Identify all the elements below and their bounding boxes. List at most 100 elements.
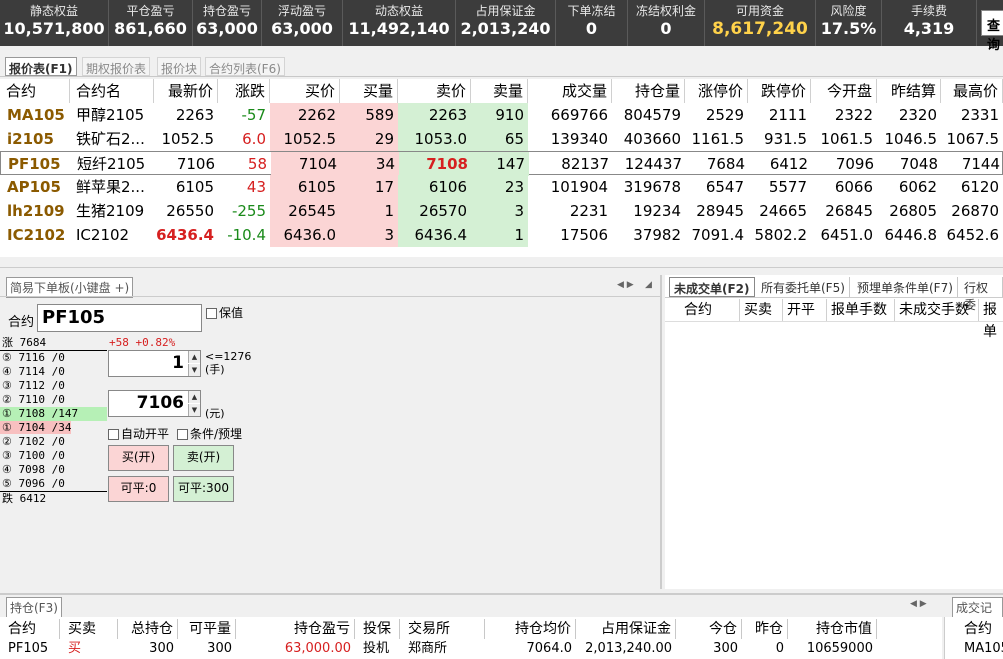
quote-cell: 1052.5 [270, 127, 340, 151]
quote-col-header[interactable]: 持仓量 [612, 79, 685, 103]
query-button[interactable]: 查询 [981, 10, 1003, 53]
quote-col-header[interactable]: 卖价 [398, 79, 471, 103]
position-col-header[interactable]: 持仓市值 [788, 619, 877, 639]
auto-open-close-checkbox[interactable]: 自动开平 [108, 425, 169, 442]
quote-col-header[interactable]: 买价 [270, 79, 340, 103]
contract-input[interactable]: PF105 [37, 304, 202, 332]
quote-col-header[interactable]: 最高价 [941, 79, 1003, 103]
tab-conditional-orders[interactable]: 预埋单条件单(F7) [853, 277, 958, 297]
panel-splitter[interactable] [0, 258, 1003, 268]
ask-level-1[interactable]: ① 7108 /147 [0, 407, 107, 421]
tab-option-quote[interactable]: 期权报价表 [82, 57, 151, 76]
quote-row[interactable]: MA105 甲醇2105 2263 -57 2262 589 2263 910 669766 80… [0, 103, 1003, 127]
positions-scroll-icon[interactable]: ◀ ▶ [910, 599, 927, 609]
close-buy-button[interactable]: 可平:0 [108, 476, 169, 502]
quote-cell: 7684 [706, 155, 745, 173]
buy-open-button[interactable]: 买(开) [108, 445, 169, 471]
position-col-header[interactable]: 合约 [0, 619, 60, 639]
position-col-header[interactable]: 可平量 [178, 619, 236, 639]
position-col-header[interactable]: 持仓均价 [485, 619, 576, 639]
price-up-icon[interactable]: ▲ [188, 391, 200, 403]
quote-row[interactable]: AP105 鲜苹果2... 6105 43 6105 17 6106 23 101904 3196… [0, 175, 1003, 199]
quote-cell: 319678 [623, 178, 681, 196]
qty-up-icon[interactable]: ▲ [188, 351, 200, 363]
quote-cell: 6452.6 [946, 226, 1000, 244]
quote-cell: 19234 [633, 202, 681, 220]
tab-contract-list[interactable]: 合约列表(F6) [205, 57, 285, 76]
hedge-checkbox[interactable]: 保值 [206, 304, 243, 321]
tab-exercise[interactable]: 行权委 [960, 277, 1003, 312]
position-col-header[interactable]: 总持仓 [118, 619, 178, 639]
quote-cell: 101904 [550, 178, 608, 196]
quote-cell: 6451.0 [820, 226, 874, 244]
price-down-icon[interactable]: ▼ [188, 404, 200, 416]
quote-col-header[interactable]: 涨停价 [685, 79, 748, 103]
qty-down-icon[interactable]: ▼ [188, 364, 200, 376]
bid-level-5[interactable]: ⑤ 7096 /0 [0, 477, 107, 491]
summary-premium-frozen: 冻结权利金 0 [628, 0, 705, 46]
quote-cell: 43 [246, 178, 266, 196]
col-contract[interactable]: 合约 [680, 299, 740, 321]
quote-cell: 403660 [623, 130, 681, 148]
quote-col-header[interactable]: 涨跌 [218, 79, 270, 103]
quote-col-header[interactable]: 合约 [0, 79, 70, 103]
bid-level-2[interactable]: ② 7102 /0 [0, 435, 107, 449]
quote-col-header[interactable]: 今开盘 [811, 79, 877, 103]
position-col-header[interactable]: 持仓盈亏 [236, 619, 355, 639]
quote-cell: 6547 [705, 178, 744, 196]
tab-all-orders[interactable]: 所有委托单(F5) [757, 277, 850, 297]
scroll-arrows-icon[interactable]: ◀ ▶ [617, 280, 634, 290]
tab-quote[interactable]: 报价表(F1) [5, 57, 77, 76]
quote-cell: AP105 [7, 178, 61, 196]
position-col-header[interactable]: 交易所 [400, 619, 485, 639]
bid-level-1[interactable]: ① 7104 /34 [0, 421, 107, 435]
bid-level-3[interactable]: ③ 7100 /0 [0, 449, 107, 463]
price-stepper[interactable]: 7106 ▲ ▼ [108, 390, 201, 417]
quote-row[interactable]: lh2109 生猪2109 26550 -255 26545 1 26570 3 2231 192… [0, 199, 1003, 223]
sell-open-button[interactable]: 卖(开) [173, 445, 234, 471]
quote-col-header[interactable]: 买量 [340, 79, 398, 103]
ask-level-2[interactable]: ② 7110 /0 [0, 393, 107, 407]
quote-cell: 6106 [398, 175, 471, 199]
close-sell-button[interactable]: 可平:300 [173, 476, 234, 502]
quote-cell: 3 [471, 199, 528, 223]
ask-level-4[interactable]: ④ 7114 /0 [0, 365, 107, 379]
col-order-qty[interactable]: 报单手数 [827, 299, 895, 321]
position-col-header[interactable]: 投保 [355, 619, 400, 639]
tab-quote-block[interactable]: 报价块 [157, 57, 202, 76]
col-direction[interactable]: 买卖 [740, 299, 783, 321]
tab-pending-orders[interactable]: 未成交单(F2) [669, 277, 755, 297]
position-col-header[interactable]: 今仓 [676, 619, 742, 639]
bid-level-4[interactable]: ④ 7098 /0 [0, 463, 107, 477]
change-text: +58 +0.82% [109, 336, 176, 349]
quote-col-header[interactable]: 卖量 [471, 79, 528, 103]
ask-level-3[interactable]: ③ 7112 /0 [0, 379, 107, 393]
quote-col-header[interactable]: 昨结算 [877, 79, 941, 103]
quote-cell: 34 [341, 152, 399, 176]
position-col-header[interactable]: 买卖 [60, 619, 118, 639]
quote-cell: 17 [340, 175, 398, 199]
quote-cell: 3 [340, 223, 398, 247]
summary-margin: 占用保证金 2,013,240 [456, 0, 556, 46]
quote-tabs: 报价表(F1) 期权报价表 报价块 合约列表(F6) [0, 55, 1003, 77]
qty-stepper[interactable]: 1 ▲ ▼ [108, 350, 201, 377]
quote-row[interactable]: PF105 短纤2105 7106 58 7104 34 7108 147 82137 12443… [0, 151, 1003, 176]
tab-positions[interactable]: 持仓(F3) [6, 597, 62, 618]
col-pending-qty[interactable]: 未成交手数 [895, 299, 979, 321]
quote-col-header[interactable]: 跌停价 [748, 79, 811, 103]
quote-row[interactable]: IC2102 IC2102 6436.4 -10.4 6436.0 3 6436.4 1 175… [0, 223, 1003, 247]
collapse-icon[interactable]: ◢ [645, 280, 652, 290]
quote-col-header[interactable]: 合约名 [70, 79, 154, 103]
quote-col-header[interactable]: 成交量 [528, 79, 612, 103]
position-col-header[interactable]: 占用保证金 [576, 619, 676, 639]
quote-col-header[interactable]: 最新价 [154, 79, 218, 103]
col-open-close[interactable]: 开平 [783, 299, 827, 321]
quote-row[interactable]: i2105 铁矿石2... 1052.5 6.0 1052.5 29 1053.0 65 139… [0, 127, 1003, 151]
tab-simple-order[interactable]: 简易下单板(小键盘 +) [6, 277, 134, 298]
condition-checkbox[interactable]: 条件/预埋 [177, 425, 242, 442]
ask-level-5[interactable]: ⑤ 7116 /0 [0, 351, 107, 365]
position-col-header[interactable]: 昨仓 [742, 619, 788, 639]
position-cell: 0 [775, 641, 784, 656]
trades-row-contract[interactable]: MA105 [964, 640, 1003, 658]
trades-col-contract[interactable]: 合约 [960, 619, 1003, 639]
